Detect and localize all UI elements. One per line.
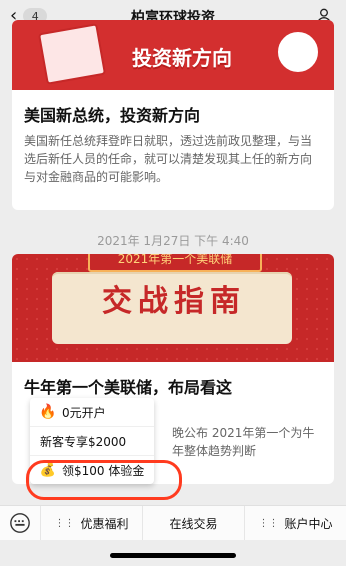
tab-account-center[interactable]: ⋮⋮ 账户中心: [244, 506, 346, 540]
fire-icon: 🔥: [39, 404, 57, 420]
home-indicator[interactable]: [110, 553, 236, 558]
menu-item-open-account[interactable]: 🔥 0元开户: [30, 398, 154, 427]
article-banner-1: 投资新方向: [12, 20, 334, 90]
article-summary: 美国新任总统拜登昨日就职，透过选前政见整理，与当选后新任人员的任命，就可以清楚发…: [24, 134, 313, 184]
article-title: 美国新总统，投资新方向: [24, 106, 201, 125]
menu-item-label: 新客专享$2000: [40, 434, 127, 449]
keyboard-icon: [10, 513, 30, 533]
menu-item-label: 0元开户: [62, 405, 106, 420]
article-card-1[interactable]: 投资新方向 美国新总统，投资新方向 美国新任总统拜登昨日就职，透过选前政见整理，…: [12, 20, 334, 210]
article-summary: 晚公布 2021年第一个为牛年整体趋势判断: [172, 426, 315, 458]
tab-benefits[interactable]: ⋮⋮ 优惠福利: [40, 506, 142, 540]
banner-ribbon: 2021年第一个美联储: [88, 254, 262, 272]
highlight-circle: [26, 460, 182, 500]
banner-title: 交战指南: [102, 284, 246, 319]
menu-dots-icon: ⋮⋮: [258, 517, 279, 529]
keyboard-toggle[interactable]: [0, 512, 40, 534]
lucky-card-illustration: [37, 23, 107, 85]
bottom-menu-bar: ⋮⋮ 优惠福利 在线交易 ⋮⋮ 账户中心: [0, 505, 346, 540]
tab-online-trading[interactable]: 在线交易: [142, 506, 244, 540]
tab-label: 账户中心: [284, 516, 333, 531]
tab-label: 优惠福利: [80, 516, 129, 531]
banner-text: 投资新方向: [132, 46, 232, 70]
timestamp: 2021年 1月27日 下午 4:40: [97, 234, 249, 248]
tab-label: 在线交易: [169, 516, 218, 531]
menu-item-new-customer[interactable]: 新客专享$2000: [30, 427, 154, 456]
ox-mascot-illustration: [276, 30, 320, 74]
article-banner-2: 2021年第一个美联储 交战指南: [12, 254, 334, 362]
article-title: 牛年第一个美联储，布局看这: [24, 378, 233, 397]
menu-dots-icon: ⋮⋮: [54, 517, 75, 529]
